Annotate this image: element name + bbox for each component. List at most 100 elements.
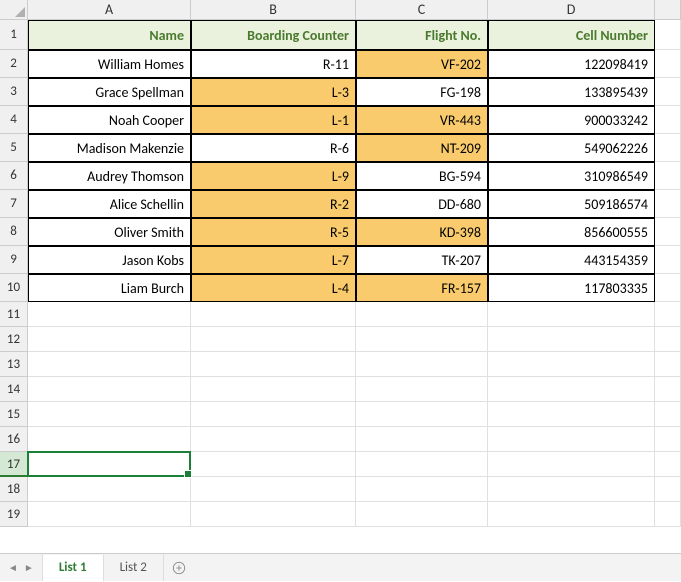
- cell-D11[interactable]: [488, 302, 655, 327]
- cell-B1[interactable]: Boarding Counter: [191, 20, 356, 50]
- column-header-C[interactable]: C: [356, 0, 488, 20]
- cell-D18[interactable]: [488, 477, 655, 502]
- row-header-12[interactable]: 12: [0, 327, 28, 352]
- cell-A2[interactable]: William Homes: [28, 50, 191, 78]
- cell-A3[interactable]: Grace Spellman: [28, 78, 191, 106]
- cell-A14[interactable]: [28, 377, 191, 402]
- spreadsheet-grid[interactable]: ABCD1NameBoarding CounterFlight No.Cell …: [0, 0, 681, 527]
- cell-D8[interactable]: 856600555: [488, 218, 655, 246]
- row-header-15[interactable]: 15: [0, 402, 28, 427]
- cell-E19[interactable]: [655, 502, 681, 527]
- cell-E16[interactable]: [655, 427, 681, 452]
- cell-B13[interactable]: [191, 352, 356, 377]
- cell-B9[interactable]: L-7: [191, 246, 356, 274]
- tab-nav-next-icon[interactable]: ►: [24, 561, 34, 574]
- cell-C6[interactable]: BG-594: [356, 162, 488, 190]
- row-header-8[interactable]: 8: [0, 218, 28, 246]
- cell-C11[interactable]: [356, 302, 488, 327]
- cell-B19[interactable]: [191, 502, 356, 527]
- cell-A1[interactable]: Name: [28, 20, 191, 50]
- column-header-A[interactable]: A: [28, 0, 191, 20]
- cell-E14[interactable]: [655, 377, 681, 402]
- cell-B8[interactable]: R-5: [191, 218, 356, 246]
- cell-C17[interactable]: [356, 452, 488, 477]
- cell-C3[interactable]: FG-198: [356, 78, 488, 106]
- cell-C19[interactable]: [356, 502, 488, 527]
- row-header-9[interactable]: 9: [0, 246, 28, 274]
- cell-E3[interactable]: [655, 78, 681, 106]
- cell-A5[interactable]: Madison Makenzie: [28, 134, 191, 162]
- cell-D16[interactable]: [488, 427, 655, 452]
- cell-B7[interactable]: R-2: [191, 190, 356, 218]
- cell-D1[interactable]: Cell Number: [488, 20, 655, 50]
- cell-C18[interactable]: [356, 477, 488, 502]
- cell-E17[interactable]: [655, 452, 681, 477]
- row-header-13[interactable]: 13: [0, 352, 28, 377]
- cell-A9[interactable]: Jason Kobs: [28, 246, 191, 274]
- select-all-corner[interactable]: [0, 0, 28, 20]
- cell-A17[interactable]: [28, 452, 191, 477]
- cell-B10[interactable]: L-4: [191, 274, 356, 302]
- cell-C12[interactable]: [356, 327, 488, 352]
- cell-B5[interactable]: R-6: [191, 134, 356, 162]
- row-header-17[interactable]: 17: [0, 452, 28, 477]
- cell-C8[interactable]: KD-398: [356, 218, 488, 246]
- cell-D9[interactable]: 443154359: [488, 246, 655, 274]
- cell-A13[interactable]: [28, 352, 191, 377]
- cell-E5[interactable]: [655, 134, 681, 162]
- row-header-5[interactable]: 5: [0, 134, 28, 162]
- cell-D5[interactable]: 549062226: [488, 134, 655, 162]
- row-header-6[interactable]: 6: [0, 162, 28, 190]
- cell-C16[interactable]: [356, 427, 488, 452]
- cell-E4[interactable]: [655, 106, 681, 134]
- cell-D12[interactable]: [488, 327, 655, 352]
- cell-A12[interactable]: [28, 327, 191, 352]
- row-header-16[interactable]: 16: [0, 427, 28, 452]
- cell-E10[interactable]: [655, 274, 681, 302]
- cell-D14[interactable]: [488, 377, 655, 402]
- row-header-2[interactable]: 2: [0, 50, 28, 78]
- row-header-14[interactable]: 14: [0, 377, 28, 402]
- cell-B2[interactable]: R-11: [191, 50, 356, 78]
- cell-C13[interactable]: [356, 352, 488, 377]
- row-header-4[interactable]: 4: [0, 106, 28, 134]
- sheet-tab-list-1[interactable]: List 1: [43, 555, 104, 582]
- cell-B14[interactable]: [191, 377, 356, 402]
- cell-A7[interactable]: Alice Schellin: [28, 190, 191, 218]
- cell-D10[interactable]: 117803335: [488, 274, 655, 302]
- tab-nav-prev-icon[interactable]: ◄: [8, 561, 18, 574]
- cell-A16[interactable]: [28, 427, 191, 452]
- cell-B18[interactable]: [191, 477, 356, 502]
- cell-C5[interactable]: NT-209: [356, 134, 488, 162]
- cell-D19[interactable]: [488, 502, 655, 527]
- cell-E6[interactable]: [655, 162, 681, 190]
- cell-A10[interactable]: Liam Burch: [28, 274, 191, 302]
- cell-E11[interactable]: [655, 302, 681, 327]
- column-header-D[interactable]: D: [488, 0, 655, 20]
- cell-A15[interactable]: [28, 402, 191, 427]
- cell-B6[interactable]: L-9: [191, 162, 356, 190]
- cell-D15[interactable]: [488, 402, 655, 427]
- cell-C14[interactable]: [356, 377, 488, 402]
- cell-A11[interactable]: [28, 302, 191, 327]
- cell-E13[interactable]: [655, 352, 681, 377]
- cell-E7[interactable]: [655, 190, 681, 218]
- cell-E1[interactable]: [655, 20, 681, 50]
- cell-E8[interactable]: [655, 218, 681, 246]
- cell-D17[interactable]: [488, 452, 655, 477]
- cell-C15[interactable]: [356, 402, 488, 427]
- cell-B12[interactable]: [191, 327, 356, 352]
- cell-D6[interactable]: 310986549: [488, 162, 655, 190]
- cell-B11[interactable]: [191, 302, 356, 327]
- column-header-blank[interactable]: [655, 0, 681, 20]
- cell-E2[interactable]: [655, 50, 681, 78]
- cell-E12[interactable]: [655, 327, 681, 352]
- cell-C10[interactable]: FR-157: [356, 274, 488, 302]
- cell-C2[interactable]: VF-202: [356, 50, 488, 78]
- cell-C1[interactable]: Flight No.: [356, 20, 488, 50]
- cell-D7[interactable]: 509186574: [488, 190, 655, 218]
- cell-B3[interactable]: L-3: [191, 78, 356, 106]
- add-sheet-button[interactable]: [164, 554, 194, 581]
- cell-C7[interactable]: DD-680: [356, 190, 488, 218]
- cell-D3[interactable]: 133895439: [488, 78, 655, 106]
